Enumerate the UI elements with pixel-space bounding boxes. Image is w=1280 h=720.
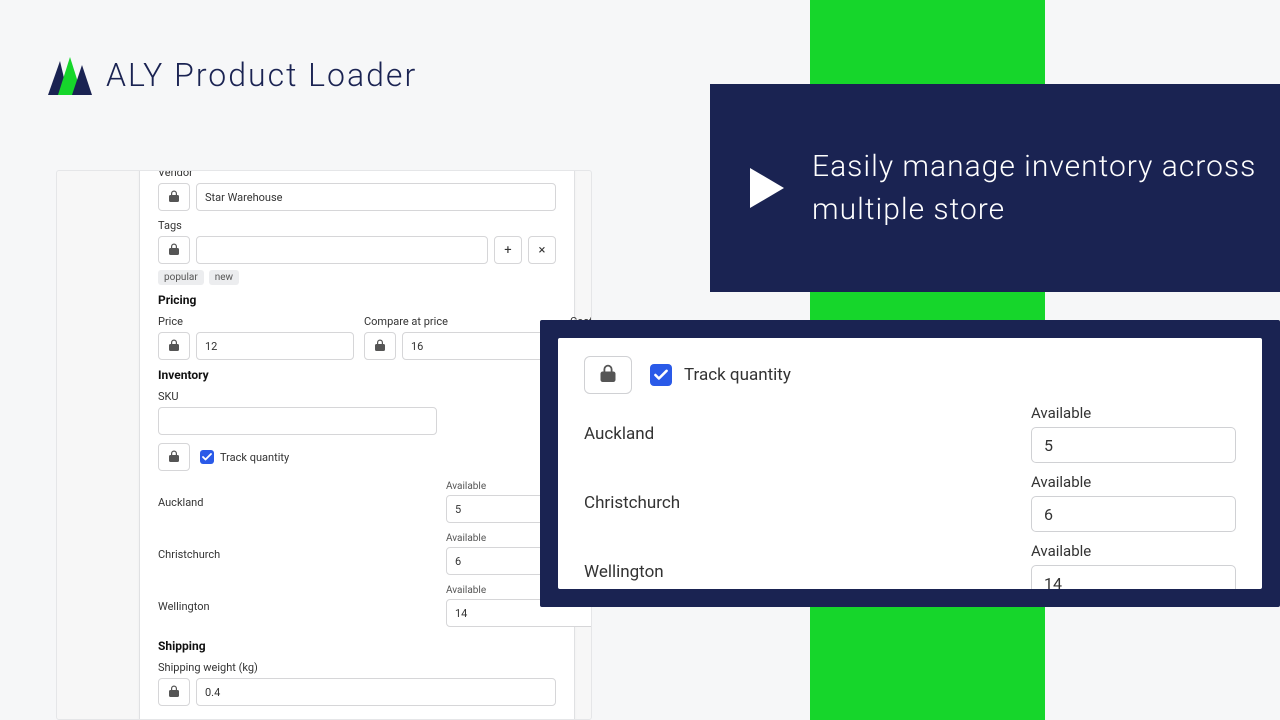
weight-label: Shipping weight (kg) <box>158 661 556 674</box>
brand-name: ALY Product Loader <box>106 56 417 94</box>
lock-button-track-lg[interactable] <box>584 356 632 394</box>
available-label: Available <box>1031 473 1236 491</box>
play-icon <box>750 168 784 208</box>
check-icon <box>654 366 668 385</box>
sku-input[interactable] <box>158 407 437 435</box>
inventory-heading: Inventory <box>158 368 556 382</box>
track-quantity-label: Track quantity <box>220 451 289 464</box>
inventory-callout: Track quantity Auckland Available Christ… <box>540 320 1280 607</box>
price-label: Price <box>158 315 354 328</box>
lock-button-vendor[interactable] <box>158 183 190 211</box>
tags-input[interactable] <box>196 236 488 264</box>
clear-tag-button[interactable]: × <box>528 236 556 264</box>
available-label: Available <box>1031 404 1236 422</box>
tags-label: Tags <box>158 219 556 232</box>
location-name: Wellington <box>584 562 664 582</box>
available-label: Available <box>1031 542 1236 560</box>
form-preview-panel: Vendor Tags + × <box>56 170 592 720</box>
hero-banner: Easily manage inventory across multiple … <box>710 84 1280 292</box>
lock-button-track[interactable] <box>158 443 190 471</box>
tag-chip[interactable]: popular <box>158 270 204 285</box>
location-name: Christchurch <box>584 493 680 513</box>
lock-icon <box>169 190 179 205</box>
hero-text: Easily manage inventory across multiple … <box>812 145 1280 232</box>
lock-button-compare[interactable] <box>364 332 396 360</box>
lock-icon <box>169 339 179 354</box>
lock-icon <box>600 364 616 386</box>
product-form: Vendor Tags + × <box>139 170 575 720</box>
vendor-label: Vendor <box>158 170 556 179</box>
tag-chip[interactable]: new <box>209 270 239 285</box>
qty-input-auckland-lg[interactable] <box>1031 427 1236 463</box>
logo-icon <box>48 55 92 95</box>
weight-input[interactable] <box>196 678 556 706</box>
track-quantity-checkbox[interactable] <box>200 450 214 464</box>
lock-icon <box>169 450 179 465</box>
lock-button-price[interactable] <box>158 332 190 360</box>
add-tag-button[interactable]: + <box>494 236 522 264</box>
track-quantity-checkbox-lg[interactable] <box>650 364 672 386</box>
brand-logo: ALY Product Loader <box>48 55 417 95</box>
compare-label: Compare at price <box>364 315 560 328</box>
shipping-heading: Shipping <box>158 639 556 653</box>
location-name: Auckland <box>158 496 203 509</box>
lock-icon <box>169 685 179 700</box>
vendor-input[interactable] <box>196 183 556 211</box>
location-name: Wellington <box>158 600 210 613</box>
qty-input-wellington-lg[interactable] <box>1031 565 1236 589</box>
check-icon <box>202 453 212 461</box>
price-input[interactable] <box>196 332 354 360</box>
location-name: Auckland <box>584 424 654 444</box>
sku-label: SKU <box>158 390 556 403</box>
track-quantity-label-lg: Track quantity <box>684 365 791 385</box>
lock-button-tags[interactable] <box>158 236 190 264</box>
pricing-heading: Pricing <box>158 293 556 307</box>
qty-input-christchurch-lg[interactable] <box>1031 496 1236 532</box>
lock-icon <box>375 339 385 354</box>
lock-icon <box>169 243 179 258</box>
compare-input[interactable] <box>402 332 560 360</box>
lock-button-weight[interactable] <box>158 678 190 706</box>
location-name: Christchurch <box>158 548 220 561</box>
